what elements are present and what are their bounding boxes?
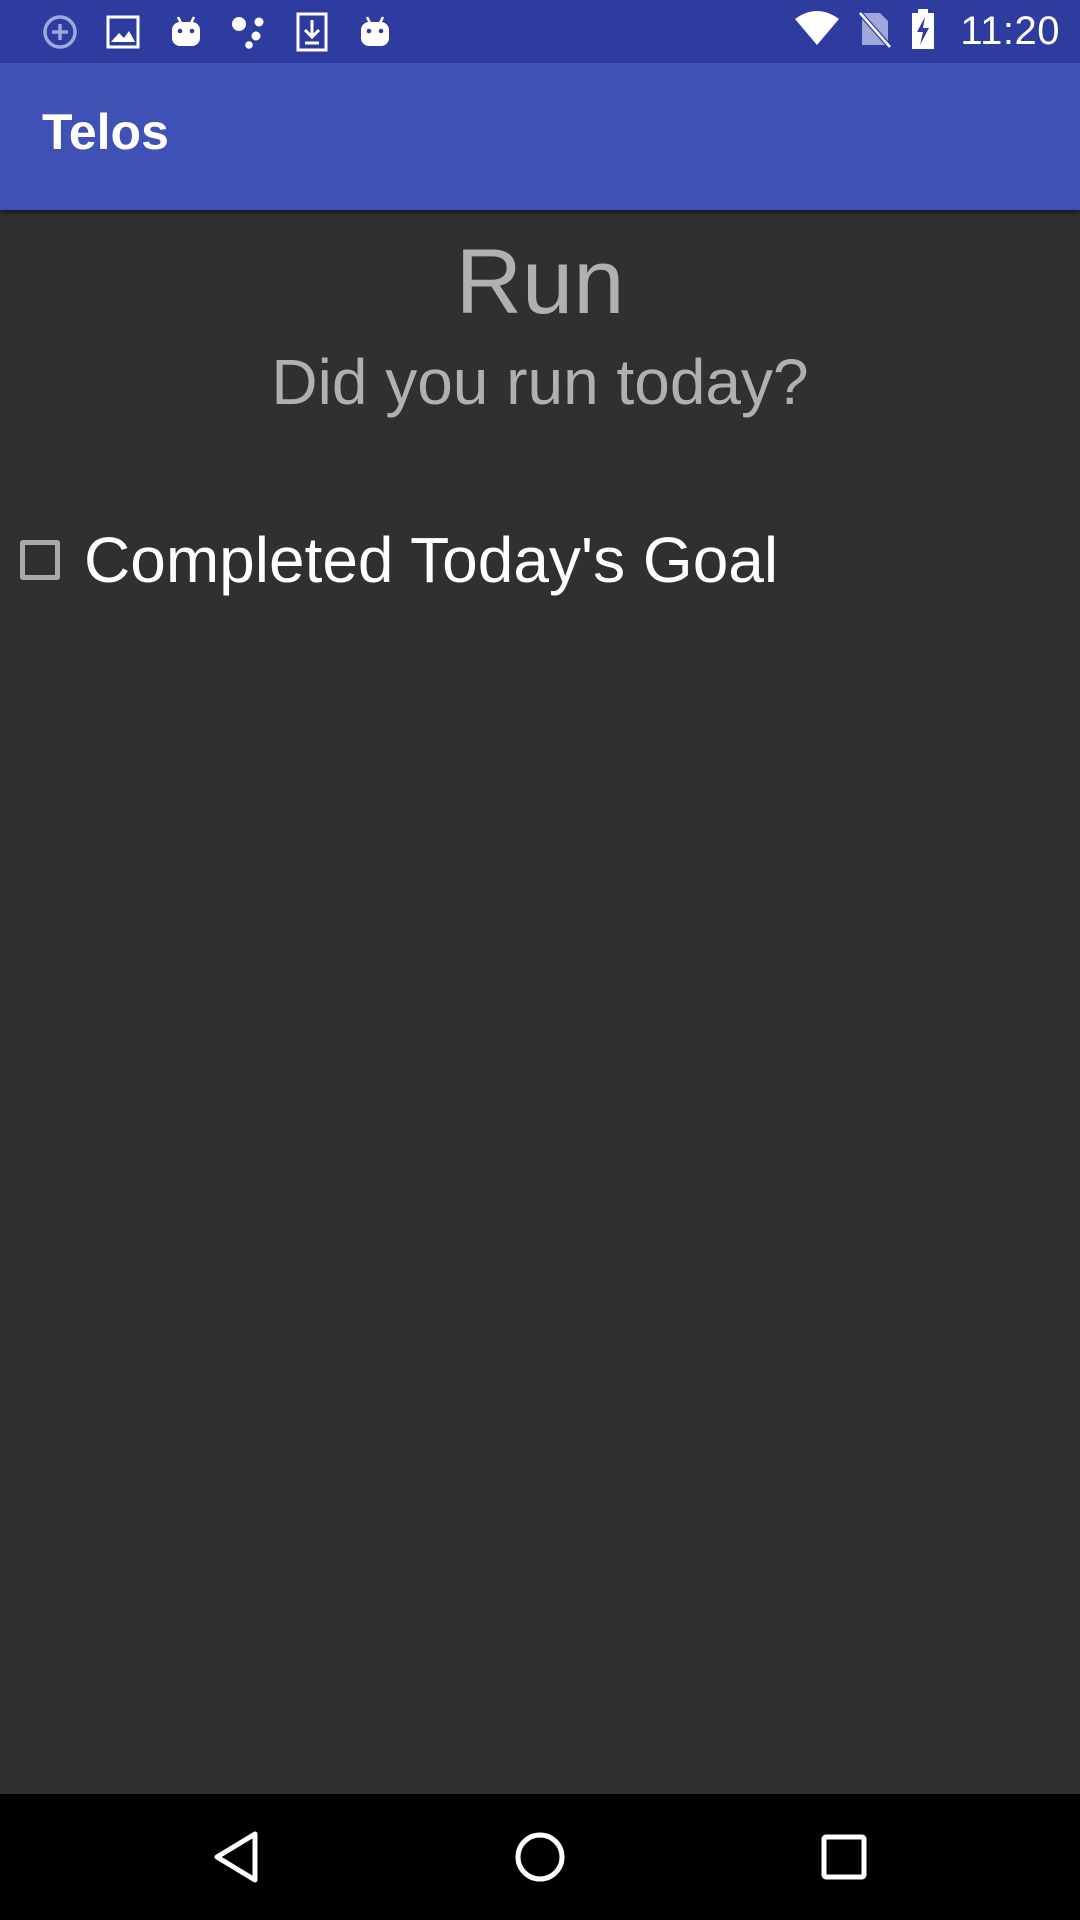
status-bar: 11:20 xyxy=(0,0,1080,63)
goal-checkbox-row[interactable]: Completed Today's Goal xyxy=(18,515,778,605)
app-bar: Telos xyxy=(0,63,1080,210)
image-icon xyxy=(91,0,154,63)
system-icons: 11:20 xyxy=(794,0,1060,63)
battery-charging-icon xyxy=(910,8,936,55)
back-button[interactable] xyxy=(166,1794,306,1920)
habit-content: Run Did you run today? Completed Today's… xyxy=(0,210,1080,1794)
status-clock: 11:20 xyxy=(960,9,1060,53)
home-button[interactable] xyxy=(470,1794,610,1920)
back-icon xyxy=(214,1831,258,1883)
app-title: Telos xyxy=(42,104,169,160)
no-sim-icon xyxy=(858,9,893,54)
recents-icon xyxy=(821,1834,867,1880)
android-icon xyxy=(154,0,217,63)
goal-checkbox-label[interactable]: Completed Today's Goal xyxy=(84,523,778,597)
add-circle-icon xyxy=(28,0,91,63)
android-icon xyxy=(343,0,406,63)
navigation-bar xyxy=(0,1794,1080,1920)
goal-checkbox[interactable] xyxy=(20,540,60,580)
assistant-icon xyxy=(217,0,280,63)
wifi-icon xyxy=(794,11,840,52)
notification-icons xyxy=(28,0,406,63)
habit-title: Run xyxy=(455,231,625,333)
home-icon xyxy=(515,1832,565,1882)
recents-button[interactable] xyxy=(774,1794,914,1920)
habit-question: Did you run today? xyxy=(271,346,809,418)
download-icon xyxy=(280,0,343,63)
